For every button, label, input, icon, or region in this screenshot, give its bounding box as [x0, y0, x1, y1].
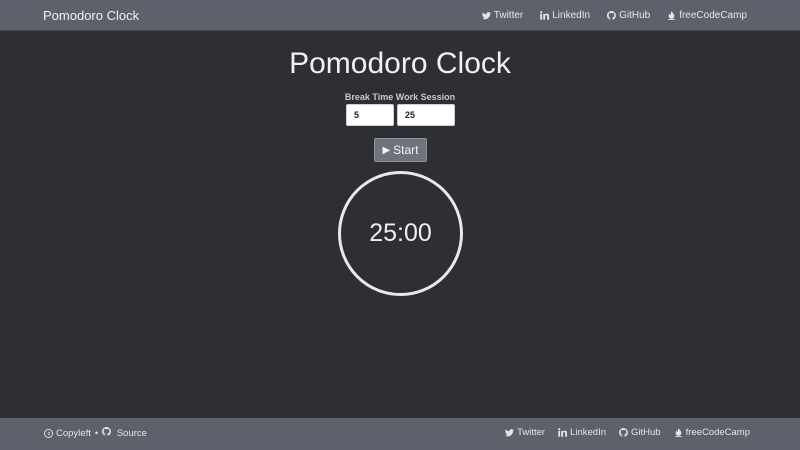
footer-github-link[interactable]: GitHub	[619, 427, 661, 438]
nav-github-label: GitHub	[619, 10, 651, 21]
footer-linkedin-link[interactable]: LinkedIn	[558, 427, 606, 438]
source-label: Source	[116, 428, 147, 439]
nav-linkedin-label: LinkedIn	[552, 10, 591, 21]
github-icon	[102, 427, 112, 436]
nav-links: Twitter LinkedIn GitHub freeCodeCamp	[481, 10, 747, 21]
copyleft-link[interactable]: Copyleft	[56, 428, 91, 439]
nav-github-link[interactable]: GitHub	[607, 10, 650, 21]
footer-separator: •	[94, 427, 99, 439]
timer-clock[interactable]: 25:00	[338, 171, 463, 296]
nav-freecodecamp-link[interactable]: freeCodeCamp	[667, 10, 747, 21]
footer-left: Copyleft • Source	[44, 427, 147, 439]
break-time-input[interactable]	[346, 104, 394, 126]
top-navbar: Pomodoro Clock Twitter LinkedIn GitHub f…	[0, 0, 800, 31]
brand-link[interactable]: Pomodoro Clock	[43, 8, 139, 23]
twitter-icon	[505, 428, 515, 437]
freecodecamp-icon	[674, 428, 683, 437]
footer-twitter-label: Twitter	[517, 427, 546, 438]
footer-freecodecamp-label: freeCodeCamp	[685, 427, 750, 438]
linkedin-icon	[540, 11, 550, 20]
session-labels: Break Time Work Session	[0, 92, 800, 102]
play-icon: ▶	[382, 144, 391, 156]
start-button[interactable]: ▶ Start	[374, 138, 427, 162]
github-icon	[619, 428, 628, 437]
source-link[interactable]: Source	[102, 427, 147, 439]
footer-freecodecamp-link[interactable]: freeCodeCamp	[674, 427, 750, 438]
freecodecamp-icon	[667, 11, 676, 20]
twitter-icon	[481, 11, 491, 20]
footer-github-label: GitHub	[631, 427, 661, 438]
footer-linkedin-label: LinkedIn	[570, 427, 606, 438]
work-session-input[interactable]	[397, 104, 455, 126]
clock-time-display: 25:00	[369, 219, 432, 247]
copyleft-icon	[44, 428, 53, 438]
github-icon	[607, 11, 616, 20]
nav-freecodecamp-label: freeCodeCamp	[679, 10, 747, 21]
break-time-label: Break Time	[344, 92, 394, 102]
nav-linkedin-link[interactable]: LinkedIn	[540, 10, 590, 21]
work-session-label: Work Session	[395, 92, 456, 102]
nav-twitter-link[interactable]: Twitter	[481, 10, 524, 21]
start-button-label: Start	[393, 143, 419, 157]
duration-inputs	[346, 104, 455, 126]
nav-twitter-label: Twitter	[493, 10, 524, 21]
page-title: Pomodoro Clock	[289, 47, 511, 80]
footer-twitter-link[interactable]: Twitter	[505, 427, 545, 438]
footer-links: Twitter LinkedIn GitHub freeCodeCamp	[505, 427, 750, 438]
footer-bar: Copyleft • Source Twitter LinkedIn GitHu…	[0, 418, 800, 450]
linkedin-icon	[558, 428, 568, 437]
